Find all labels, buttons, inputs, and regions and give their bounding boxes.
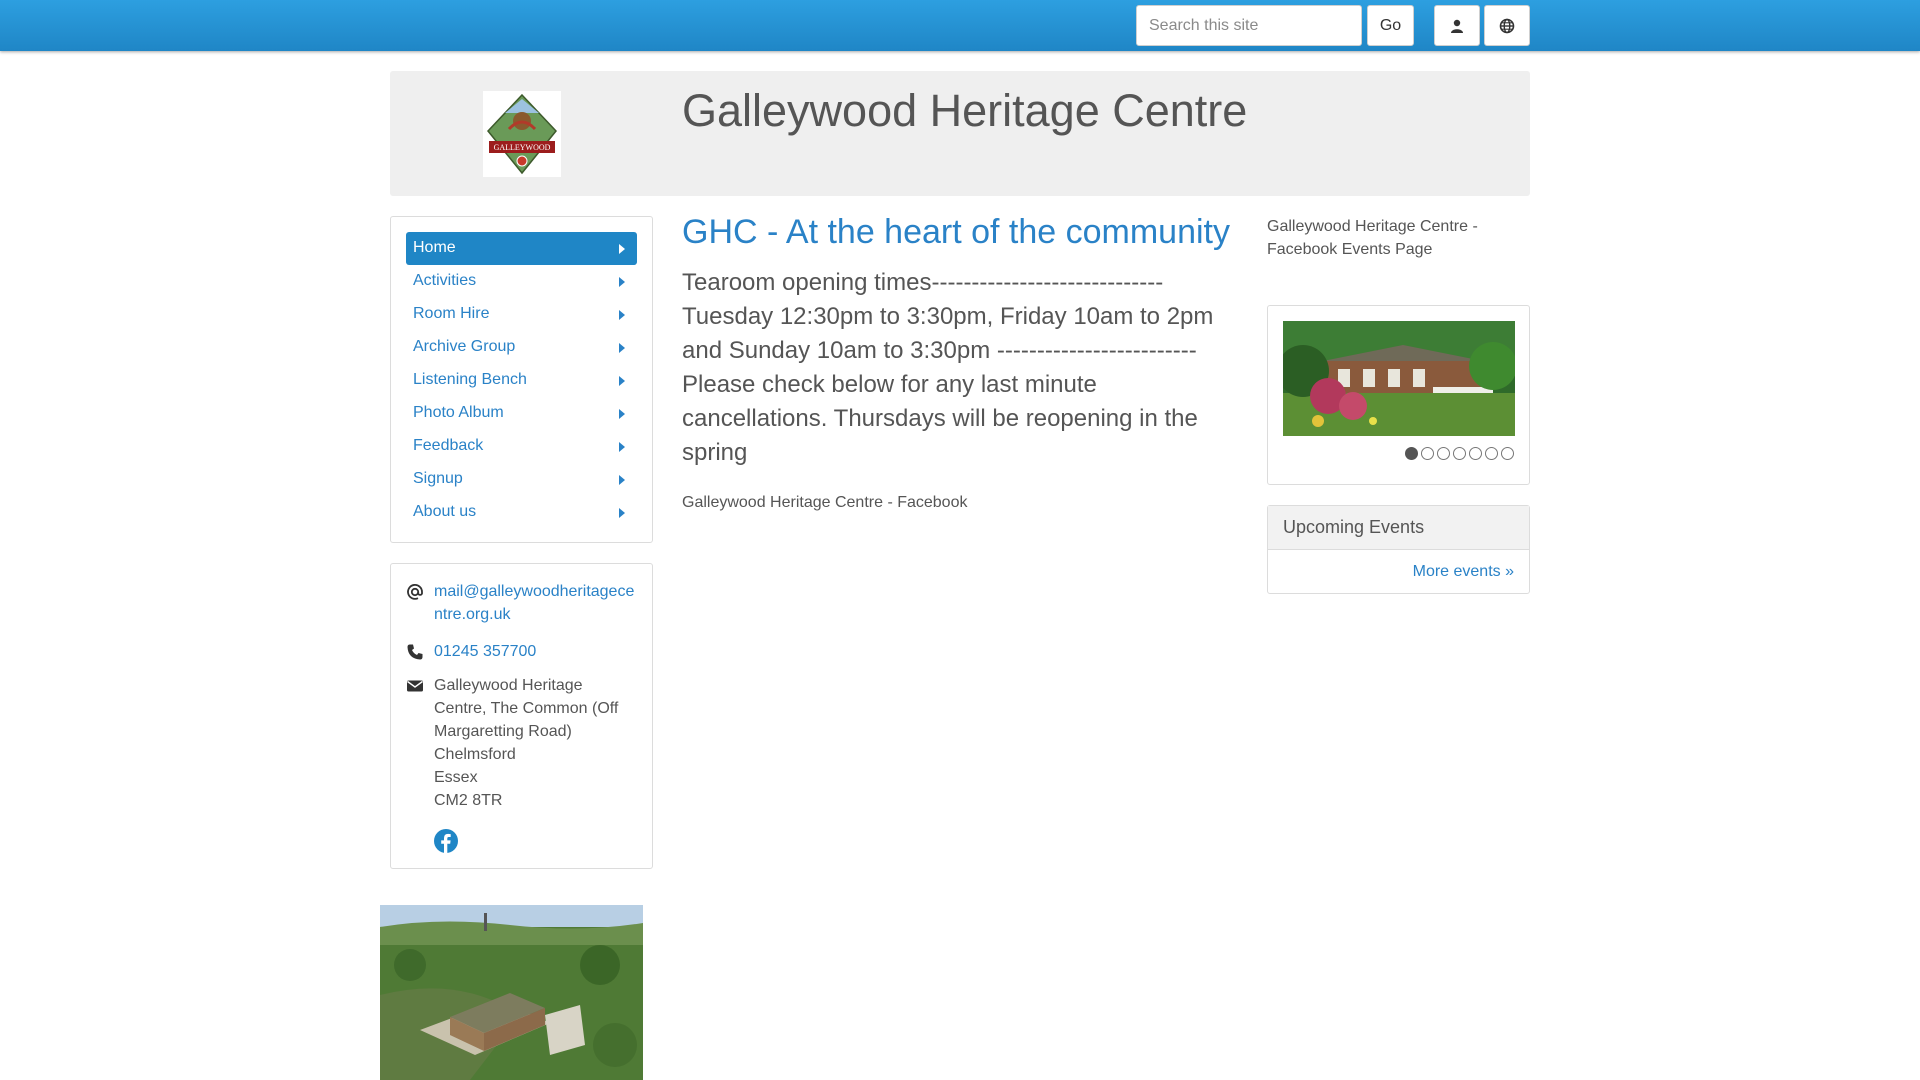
nav-item-listening-bench[interactable]: Listening Bench — [406, 364, 637, 397]
nav-item-archive-group[interactable]: Archive Group — [406, 331, 637, 364]
opening-times-text: Tearoom opening times-------------------… — [682, 269, 1214, 466]
caret-right-icon — [619, 409, 625, 419]
nav-item-home[interactable]: Home — [406, 232, 637, 265]
site-title: Galleywood Heritage Centre — [682, 85, 1248, 136]
nav-item-label: About us — [413, 503, 477, 520]
nav-item-label: Home — [413, 239, 456, 256]
nav-item-label: Room Hire — [413, 305, 490, 322]
nav-item-room-hire[interactable]: Room Hire — [406, 298, 637, 331]
user-icon — [1451, 19, 1463, 33]
nav-item-about-us[interactable]: About us — [406, 496, 637, 529]
facebook-feed-caption: Galleywood Heritage Centre - Facebook — [682, 494, 968, 511]
slider-dot-3[interactable] — [1437, 447, 1450, 460]
user-menu-button[interactable] — [1434, 5, 1480, 46]
site-logo[interactable]: GALLEYWOOD — [483, 91, 561, 177]
at-sign-icon — [407, 583, 423, 600]
email-link[interactable]: mail@galleywoodheritagecentre.org.uk — [434, 583, 634, 623]
facebook-icon — [434, 829, 458, 853]
nav-item-label: Activities — [413, 272, 477, 289]
svg-text:GALLEYWOOD: GALLEYWOOD — [494, 143, 551, 152]
nav-item-activities[interactable]: Activities — [406, 265, 637, 298]
caret-right-icon — [619, 442, 625, 452]
address-county: Essex — [434, 769, 478, 786]
slider-dot-5[interactable] — [1469, 447, 1482, 460]
language-button[interactable] — [1484, 5, 1530, 46]
aerial-photo — [380, 905, 643, 1080]
main-navigation: Home Activities Room Hire Archive Group … — [390, 216, 653, 543]
nav-item-photo-album[interactable]: Photo Album — [406, 397, 637, 430]
globe-icon — [1499, 18, 1515, 33]
caret-right-icon — [619, 376, 625, 386]
phone-icon — [407, 644, 423, 660]
envelope-icon — [407, 680, 423, 692]
contact-details: mail@galleywoodheritagecentre.org.uk 012… — [390, 563, 653, 869]
slider-dot-7[interactable] — [1501, 447, 1514, 460]
slide-image[interactable] — [1283, 321, 1515, 436]
caret-right-icon — [619, 277, 625, 287]
phone-link[interactable]: 01245 357700 — [434, 643, 536, 660]
caret-right-icon — [619, 508, 625, 518]
site-header: GALLEYWOOD Galleywood Heritage Centre — [390, 71, 1530, 196]
page-heading: GHC - At the heart of the community — [682, 213, 1231, 251]
slider-dot-4[interactable] — [1453, 447, 1466, 460]
address-line: Galleywood Heritage Centre, The Common (… — [434, 677, 619, 740]
caret-right-icon — [619, 244, 625, 254]
slider-dot-1[interactable] — [1405, 447, 1418, 460]
upcoming-events-panel: Upcoming Events More events » — [1267, 505, 1530, 594]
address-town: Chelmsford — [434, 746, 516, 763]
nav-item-label: Photo Album — [413, 404, 504, 421]
nav-item-label: Feedback — [413, 437, 484, 454]
slider-pagination — [1405, 447, 1514, 460]
postal-address: Galleywood Heritage Centre, The Common (… — [434, 674, 639, 812]
slider-dot-6[interactable] — [1485, 447, 1498, 460]
caret-right-icon — [619, 343, 625, 353]
address-postcode: CM2 8TR — [434, 792, 503, 809]
nav-item-label: Listening Bench — [413, 371, 527, 388]
slider-dot-2[interactable] — [1421, 447, 1434, 460]
caret-right-icon — [619, 475, 625, 485]
nav-item-label: Signup — [413, 470, 463, 487]
image-slider — [1267, 305, 1530, 485]
events-panel-title: Upcoming Events — [1268, 506, 1529, 550]
nav-item-signup[interactable]: Signup — [406, 463, 637, 496]
search-input[interactable] — [1136, 5, 1362, 46]
caret-right-icon — [619, 310, 625, 320]
search-go-button[interactable]: Go — [1367, 5, 1414, 46]
galleywood-crest-logo: GALLEYWOOD — [487, 93, 557, 175]
facebook-events-caption: Galleywood Heritage Centre - Facebook Ev… — [1267, 218, 1478, 258]
nav-item-feedback[interactable]: Feedback — [406, 430, 637, 463]
nav-item-label: Archive Group — [413, 338, 516, 355]
top-toolbar: Go — [0, 0, 1920, 51]
facebook-link[interactable] — [434, 829, 458, 858]
more-events-link[interactable]: More events » — [1413, 563, 1514, 581]
